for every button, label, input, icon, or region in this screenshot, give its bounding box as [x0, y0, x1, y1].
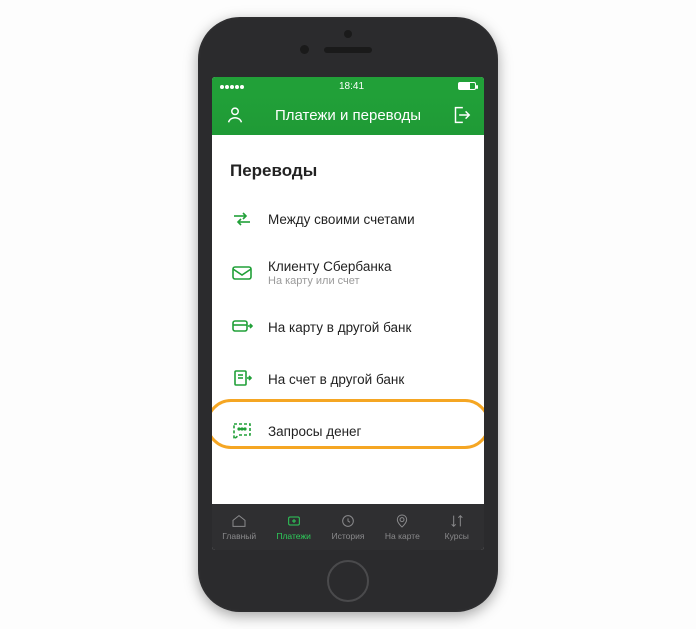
envelope-icon — [230, 261, 254, 285]
item-money-requests[interactable]: Запросы денег — [212, 407, 484, 455]
tab-rates[interactable]: Курсы — [430, 513, 484, 541]
tab-label: На карте — [385, 531, 420, 541]
status-bar: 18:41 — [212, 77, 484, 95]
doc-arrow-icon — [230, 367, 254, 391]
home-button[interactable] — [327, 560, 369, 602]
item-own-accounts[interactable]: Между своими счетами — [212, 195, 484, 243]
transfers-list: Переводы Между своими счетами Клиенту Сб… — [212, 135, 484, 504]
tab-history[interactable]: История — [321, 513, 375, 541]
tab-label: Платежи — [276, 531, 310, 541]
tab-label: История — [331, 531, 364, 541]
phone-frame: 18:41 Платежи и переводы Переводы Между … — [198, 17, 498, 612]
page-title: Платежи и переводы — [246, 107, 450, 124]
item-label: Клиенту Сбербанка — [268, 259, 392, 274]
profile-icon[interactable] — [224, 104, 246, 126]
tab-home[interactable]: Главный — [212, 513, 266, 541]
status-time: 18:41 — [339, 81, 364, 92]
item-label: На счет в другой банк — [268, 372, 404, 387]
item-label: Между своими счетами — [268, 212, 415, 227]
item-account-other-bank[interactable]: На счет в другой банк — [212, 355, 484, 403]
item-sub: На карту или счет — [268, 275, 392, 287]
tab-map[interactable]: На карте — [375, 513, 429, 541]
tab-label: Курсы — [445, 531, 469, 541]
item-label: Запросы денег — [268, 424, 361, 439]
section-title: Переводы — [212, 135, 484, 195]
app-header: Платежи и переводы — [212, 95, 484, 135]
item-card-other-bank[interactable]: На карту в другой банк — [212, 303, 484, 351]
card-arrow-icon — [230, 315, 254, 339]
item-sber-client[interactable]: Клиенту Сбербанка На карту или счет — [212, 247, 484, 299]
logout-icon[interactable] — [450, 104, 472, 126]
bottom-tabs: Главный Платежи История На карте Курсы — [212, 504, 484, 550]
signal-dots-icon — [220, 81, 245, 92]
battery-icon — [458, 82, 476, 90]
item-label: На карту в другой банк — [268, 320, 411, 335]
tab-payments[interactable]: Платежи — [266, 513, 320, 541]
chat-icon — [230, 419, 254, 443]
swap-arrows-icon — [230, 207, 254, 231]
tab-label: Главный — [222, 531, 256, 541]
screen: 18:41 Платежи и переводы Переводы Между … — [212, 77, 484, 550]
